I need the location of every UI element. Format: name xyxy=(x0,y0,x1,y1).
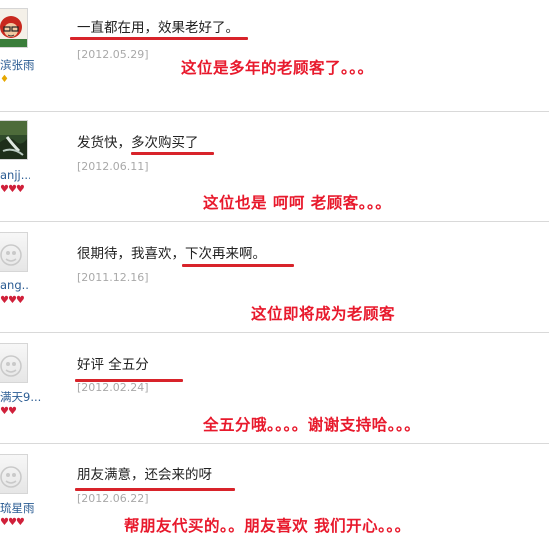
user-avatar[interactable] xyxy=(0,343,28,383)
review-item: anjj... ♥♥♥ 发货快，多次购买了 [2012.06.11] 这位也是 … xyxy=(0,112,549,222)
comment-underline xyxy=(182,264,294,267)
seller-annotation: 这位即将成为老顾客 xyxy=(251,305,396,323)
buyer-level-badge: ♥♥♥ xyxy=(0,295,25,306)
user-avatar[interactable] xyxy=(0,120,28,160)
username[interactable]: 满天9... xyxy=(0,389,42,405)
user-avatar[interactable] xyxy=(0,454,28,494)
user-avatar[interactable] xyxy=(0,8,28,48)
default-avatar-icon xyxy=(0,355,22,377)
seller-annotation: 全五分哦。。。。谢谢支持哈。。。 xyxy=(203,416,421,434)
buyer-level-badge: ♥♥ xyxy=(0,406,17,417)
review-comment: 发货快，多次购买了 xyxy=(77,135,199,151)
comment-underline xyxy=(70,37,248,40)
comment-underline xyxy=(75,379,183,382)
review-item: ang... ♥♥♥ 很期待，我喜欢，下次再来啊。 [2011.12.16] 这… xyxy=(0,222,549,332)
default-avatar-icon xyxy=(0,466,22,488)
review-comment: 很期待，我喜欢，下次再来啊。 xyxy=(77,246,266,262)
review-item: 琉星雨 ♥♥♥ 朋友满意，还会来的呀 [2012.06.22] 帮朋友代买的。。… xyxy=(0,444,549,543)
landscape-photo-icon xyxy=(0,121,27,159)
review-comment: 一直都在用，效果老好了。 xyxy=(77,20,239,36)
seller-annotation: 这位也是 呵呵 老顾客。。。 xyxy=(203,194,392,212)
review-date: [2012.06.11] xyxy=(77,160,149,173)
comment-underline xyxy=(131,152,214,155)
username[interactable]: 琉星雨 xyxy=(0,500,34,516)
review-comment: 朋友满意，还会来的呀 xyxy=(77,467,212,483)
username[interactable]: anjj... xyxy=(0,168,30,182)
seller-annotation: 这位是多年的老顾客了。。。 xyxy=(181,59,374,77)
review-comment: 好评 全五分 xyxy=(77,357,149,373)
seller-annotation: 帮朋友代买的。。朋友喜欢 我们开心。。。 xyxy=(124,517,411,535)
review-item: 满天9... ♥♥ 好评 全五分 [2012.02.24] 全五分哦。。。。谢谢… xyxy=(0,333,549,443)
buyer-level-badge: ♥♥♥ xyxy=(0,517,25,528)
username[interactable]: 滨张雨 xyxy=(0,57,38,73)
default-avatar-icon xyxy=(0,244,22,266)
username[interactable]: ang... xyxy=(0,278,30,292)
user-avatar[interactable] xyxy=(0,232,28,272)
review-date: [2012.06.22] xyxy=(77,492,149,505)
comment-underline xyxy=(75,488,235,491)
review-date: [2011.12.16] xyxy=(77,271,149,284)
review-date: [2012.05.29] xyxy=(77,48,149,61)
buyer-level-badge: ♥♥♥ xyxy=(0,184,25,195)
review-date: [2012.02.24] xyxy=(77,381,149,394)
buyer-level-badge: ♦ xyxy=(0,74,9,85)
cartoon-avatar-icon xyxy=(0,9,27,47)
review-item: 滨张雨 ♦ 一直都在用，效果老好了。 [2012.05.29] 这位是多年的老顾… xyxy=(0,0,549,112)
